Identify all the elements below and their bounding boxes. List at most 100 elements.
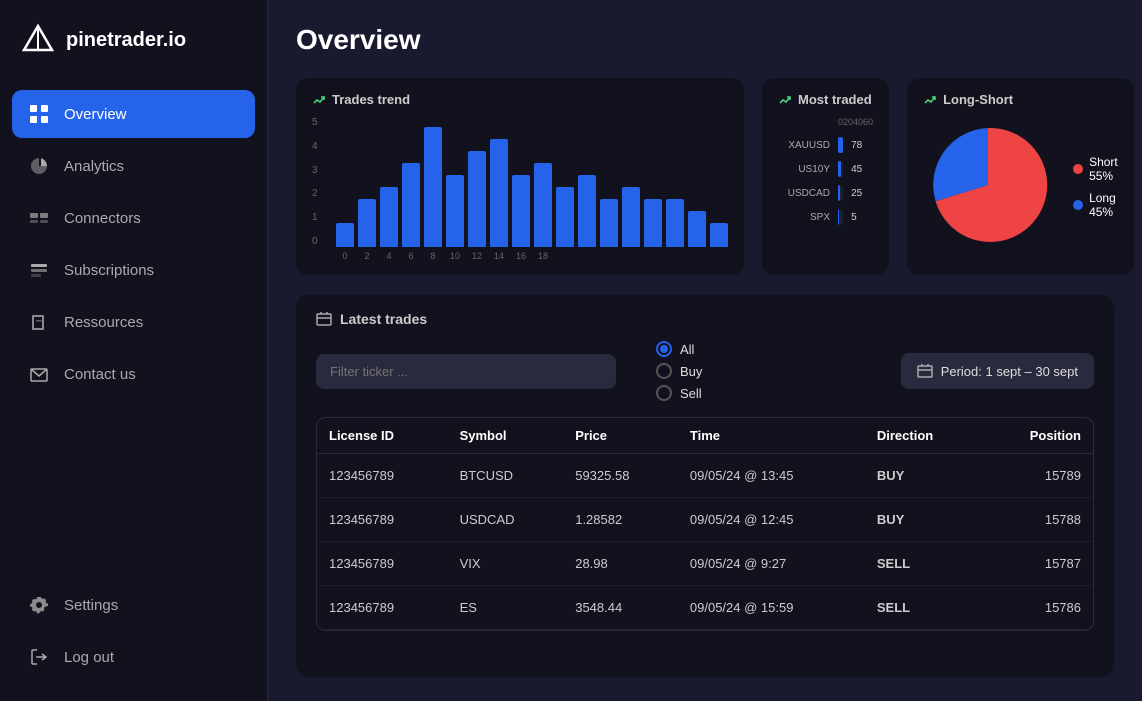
bar: [666, 199, 684, 247]
filter-input[interactable]: [316, 354, 616, 389]
logo-icon: [20, 22, 56, 58]
legend-long: Long45%: [1073, 191, 1118, 219]
period-button[interactable]: Period: 1 sept – 30 sept: [901, 353, 1094, 389]
col-time: Time: [678, 418, 865, 454]
cell-time: 09/05/24 @ 15:59: [678, 586, 865, 630]
sidebar: pinetrader.io Overview Analytics Connect…: [0, 0, 268, 701]
radio-circle-sell: [656, 385, 672, 401]
hbar-label: US10Y: [778, 164, 830, 175]
cell-time: 09/05/24 @ 9:27: [678, 542, 865, 586]
sidebar-item-subscriptions[interactable]: Subscriptions: [12, 246, 255, 294]
main-content: Overview Trades trend 012345 02468101214…: [268, 0, 1142, 701]
bar: [402, 163, 420, 247]
short-label: Short55%: [1089, 155, 1118, 183]
sidebar-item-ressources[interactable]: Ressources: [12, 298, 255, 346]
bar: [358, 199, 376, 247]
calendar-icon: [917, 363, 933, 379]
logout-icon: [28, 646, 50, 668]
page-title: Overview: [296, 24, 1114, 56]
radio-label-buy: Buy: [680, 364, 702, 379]
long-label: Long45%: [1089, 191, 1116, 219]
table-body: 123456789 BTCUSD 59325.58 09/05/24 @ 13:…: [317, 454, 1093, 630]
trades-header: Latest trades: [316, 311, 1094, 327]
sidebar-item-settings[interactable]: Settings: [12, 581, 255, 629]
col-price: Price: [563, 418, 678, 454]
radio-circle-buy: [656, 363, 672, 379]
cell-license: 123456789: [317, 454, 448, 498]
sidebar-item-label: Contact us: [64, 366, 136, 383]
pie-legend: Short55% Long45%: [1073, 155, 1118, 219]
cell-license: 123456789: [317, 498, 448, 542]
most-traded-title: Most traded: [778, 92, 873, 107]
radio-group: All Buy Sell: [656, 341, 702, 401]
sidebar-item-label: Analytics: [64, 158, 124, 175]
bar: [380, 187, 398, 247]
cell-direction: BUY: [865, 498, 983, 542]
trades-controls: All Buy Sell Period: 1 sept – 30 sept: [316, 341, 1094, 401]
cell-price: 59325.58: [563, 454, 678, 498]
most-traded-card: Most traded 0204060 XAUUSD78US10Y45USDCA…: [762, 78, 889, 275]
sidebar-item-label: Ressources: [64, 314, 143, 331]
bar: [622, 187, 640, 247]
trades-trend-card: Trades trend 012345 024681012141618: [296, 78, 744, 275]
legend-short: Short55%: [1073, 155, 1118, 183]
pie-icon: [28, 155, 50, 177]
radio-sell[interactable]: Sell: [656, 385, 702, 401]
trades-title: Latest trades: [340, 311, 427, 327]
table-head: License ID Symbol Price Time Direction P…: [317, 418, 1093, 454]
sidebar-item-label: Log out: [64, 649, 114, 666]
table-row[interactable]: 123456789 USDCAD 1.28582 09/05/24 @ 12:4…: [317, 498, 1093, 542]
subscriptions-icon: [28, 259, 50, 281]
hbar-track: [838, 209, 843, 225]
bar: [688, 211, 706, 247]
hbar-track: [838, 185, 843, 201]
sidebar-item-label: Connectors: [64, 210, 141, 227]
short-dot: [1073, 164, 1083, 174]
radio-buy[interactable]: Buy: [656, 363, 702, 379]
sidebar-item-label: Settings: [64, 597, 118, 614]
sidebar-item-label: Subscriptions: [64, 262, 154, 279]
cell-time: 09/05/24 @ 13:45: [678, 454, 865, 498]
trades-trend-title: Trades trend: [312, 92, 728, 107]
charts-row: Trades trend 012345 024681012141618 Most…: [296, 78, 1114, 275]
sidebar-item-logout[interactable]: Log out: [12, 633, 255, 681]
bar: [446, 175, 464, 247]
col-direction: Direction: [865, 418, 983, 454]
table-row[interactable]: 123456789 BTCUSD 59325.58 09/05/24 @ 13:…: [317, 454, 1093, 498]
sidebar-item-contact[interactable]: Contact us: [12, 350, 255, 398]
cell-license: 123456789: [317, 542, 448, 586]
hbar-value: 25: [851, 188, 873, 199]
sidebar-item-analytics[interactable]: Analytics: [12, 142, 255, 190]
col-symbol: Symbol: [448, 418, 564, 454]
cell-position: 15789: [983, 454, 1093, 498]
cell-license: 123456789: [317, 586, 448, 630]
hbar-value: 78: [851, 140, 873, 151]
hbar-row: USDCAD25: [778, 185, 873, 201]
cell-direction: BUY: [865, 454, 983, 498]
cell-direction: SELL: [865, 542, 983, 586]
trades-icon: [316, 311, 332, 327]
hbar-label: SPX: [778, 212, 830, 223]
sidebar-bottom: Settings Log out: [0, 571, 267, 701]
cell-position: 15788: [983, 498, 1093, 542]
sidebar-item-connectors[interactable]: Connectors: [12, 194, 255, 242]
grid-icon: [28, 103, 50, 125]
table-row[interactable]: 123456789 ES 3548.44 09/05/24 @ 15:59 SE…: [317, 586, 1093, 630]
hbar-row: US10Y 45: [778, 161, 873, 177]
trades-table-wrapper: License ID Symbol Price Time Direction P…: [316, 417, 1094, 631]
most-traded-chart: XAUUSD78US10Y45USDCAD25SPX5: [778, 133, 873, 225]
hbar-track: [838, 161, 843, 177]
table-row[interactable]: 123456789 VIX 28.98 09/05/24 @ 9:27 SELL…: [317, 542, 1093, 586]
app-name: pinetrader.io: [66, 29, 186, 52]
radio-label-sell: Sell: [680, 386, 702, 401]
radio-all[interactable]: All: [656, 341, 702, 357]
cell-direction: SELL: [865, 586, 983, 630]
sidebar-item-overview[interactable]: Overview: [12, 90, 255, 138]
latest-trades-card: Latest trades All Buy Sell: [296, 295, 1114, 677]
cell-price: 28.98: [563, 542, 678, 586]
pie-chart-container: Short55% Long45%: [923, 117, 1118, 257]
radio-label-all: All: [680, 342, 694, 357]
bar: [578, 175, 596, 247]
long-short-card: Long-Short: [907, 78, 1134, 275]
hbar-value: 45: [851, 164, 873, 175]
